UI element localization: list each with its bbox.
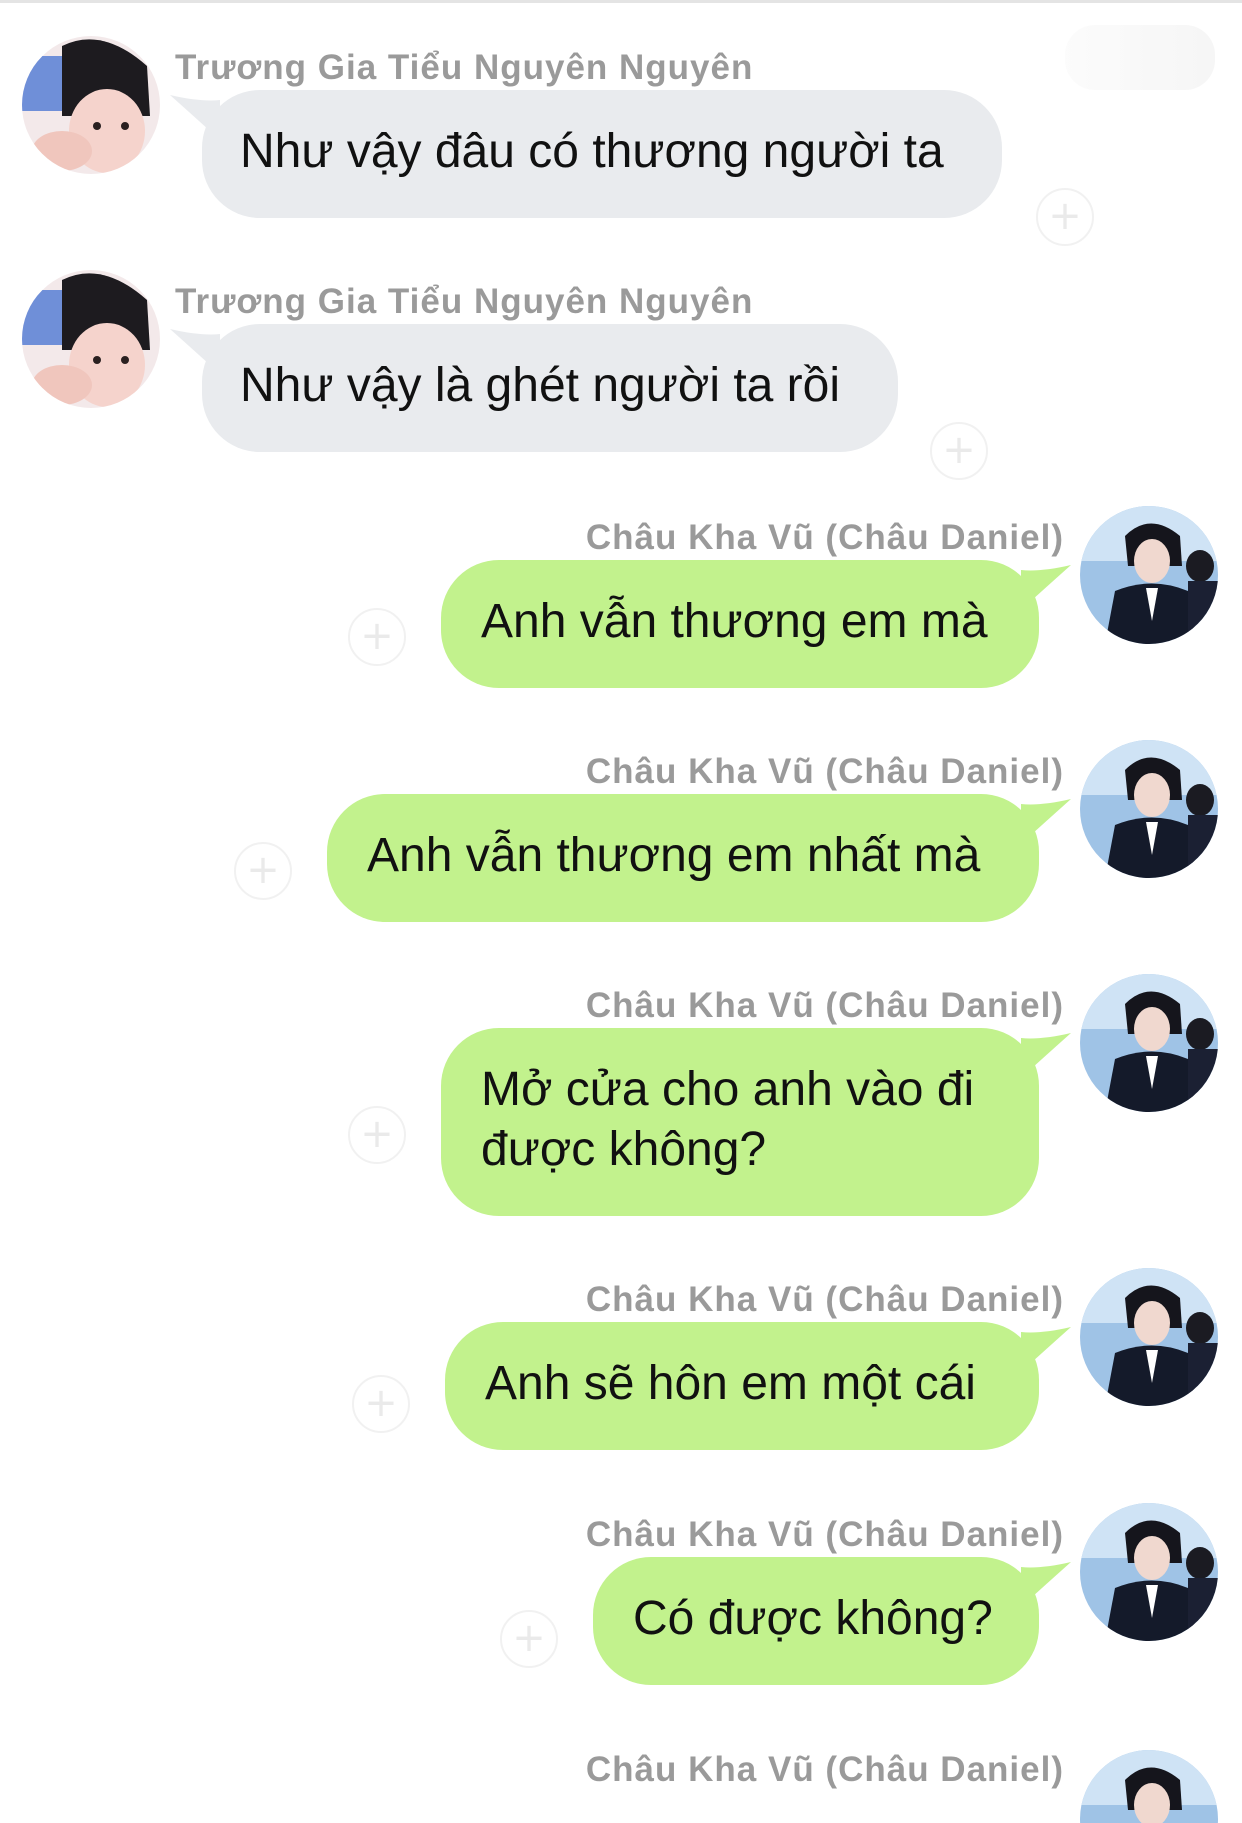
bubble-tail [1021, 1562, 1071, 1607]
sender-name: Trương Gia Tiểu Nguyên Nguyên [175, 48, 754, 87]
message-bubble[interactable]: Anh vẫn thương em mà [441, 560, 1071, 688]
bubble-tail [1021, 1033, 1071, 1078]
bubble-tail [1021, 565, 1071, 610]
bubble-tail [170, 329, 220, 374]
sender-name: Châu Kha Vũ (Châu Daniel) [585, 1750, 1064, 1789]
add-reaction-icon[interactable]: + [930, 422, 988, 480]
message-bubble[interactable]: Anh vẫn thương em nhất mà [327, 794, 1071, 922]
message-text: Như vậy là ghét người ta rồi [240, 359, 841, 412]
message-text: Anh sẽ hôn em một cái [485, 1357, 976, 1410]
bubble-tail [170, 95, 220, 140]
sender-name: Châu Kha Vũ (Châu Daniel) [585, 1515, 1064, 1554]
message-row-outgoing: Châu Kha Vũ (Châu Daniel) Anh vẫn thương… [0, 740, 1242, 952]
message-row-incoming: Trương Gia Tiểu Nguyên Nguyên Như vậy đâ… [0, 36, 1242, 248]
message-row-outgoing: Châu Kha Vũ (Châu Daniel) Anh vẫn thương… [0, 506, 1242, 718]
add-reaction-icon[interactable]: + [348, 608, 406, 666]
bubble-tail [1021, 799, 1071, 844]
message-text: Có được không? [633, 1592, 993, 1645]
message-row-incoming: Trương Gia Tiểu Nguyên Nguyên Như vậy là… [0, 270, 1242, 482]
add-reaction-icon[interactable]: + [500, 1610, 558, 1668]
message-bubble[interactable]: Anh sẽ hôn em một cái [445, 1322, 1071, 1450]
sender-avatar[interactable] [22, 36, 160, 174]
sender-name: Châu Kha Vũ (Châu Daniel) [585, 752, 1064, 791]
my-avatar[interactable] [1080, 1750, 1218, 1823]
bubble-tail [1021, 1327, 1071, 1372]
my-avatar[interactable] [1080, 974, 1218, 1112]
message-bubble[interactable]: Mở cửa cho anh vào đi được không? [441, 1028, 1071, 1216]
my-avatar[interactable] [1080, 1503, 1218, 1641]
sender-name: Châu Kha Vũ (Châu Daniel) [585, 1280, 1064, 1319]
my-avatar[interactable] [1080, 740, 1218, 878]
message-bubble[interactable]: Như vậy đâu có thương người ta [170, 90, 1002, 218]
message-text: Anh vẫn thương em mà [481, 595, 988, 648]
message-row-outgoing: Châu Kha Vũ (Châu Daniel) Có được không?… [0, 1503, 1242, 1715]
message-text: Mở cửa cho anh vào đi được không? [481, 1063, 975, 1176]
message-text: Anh vẫn thương em nhất mà [367, 829, 981, 882]
message-row-outgoing: Châu Kha Vũ (Châu Daniel) Mở cửa cho anh… [0, 974, 1242, 1236]
message-row-outgoing: Châu Kha Vũ (Châu Daniel) [0, 1750, 1242, 1823]
add-reaction-icon[interactable]: + [234, 842, 292, 900]
add-reaction-icon[interactable]: + [352, 1375, 410, 1433]
add-reaction-icon[interactable]: + [1036, 188, 1094, 246]
message-bubble[interactable]: Có được không? [593, 1557, 1071, 1685]
message-text: Như vậy đâu có thương người ta [240, 125, 944, 178]
sender-avatar[interactable] [22, 270, 160, 408]
my-avatar[interactable] [1080, 506, 1218, 644]
message-row-outgoing: Châu Kha Vũ (Châu Daniel) Anh sẽ hôn em … [0, 1268, 1242, 1480]
add-reaction-icon[interactable]: + [348, 1106, 406, 1164]
sender-name: Trương Gia Tiểu Nguyên Nguyên [175, 282, 754, 321]
message-bubble[interactable]: Như vậy là ghét người ta rồi [170, 324, 898, 452]
my-avatar[interactable] [1080, 1268, 1218, 1406]
sender-name: Châu Kha Vũ (Châu Daniel) [585, 986, 1064, 1025]
top-divider [0, 0, 1242, 3]
sender-name: Châu Kha Vũ (Châu Daniel) [585, 518, 1064, 557]
